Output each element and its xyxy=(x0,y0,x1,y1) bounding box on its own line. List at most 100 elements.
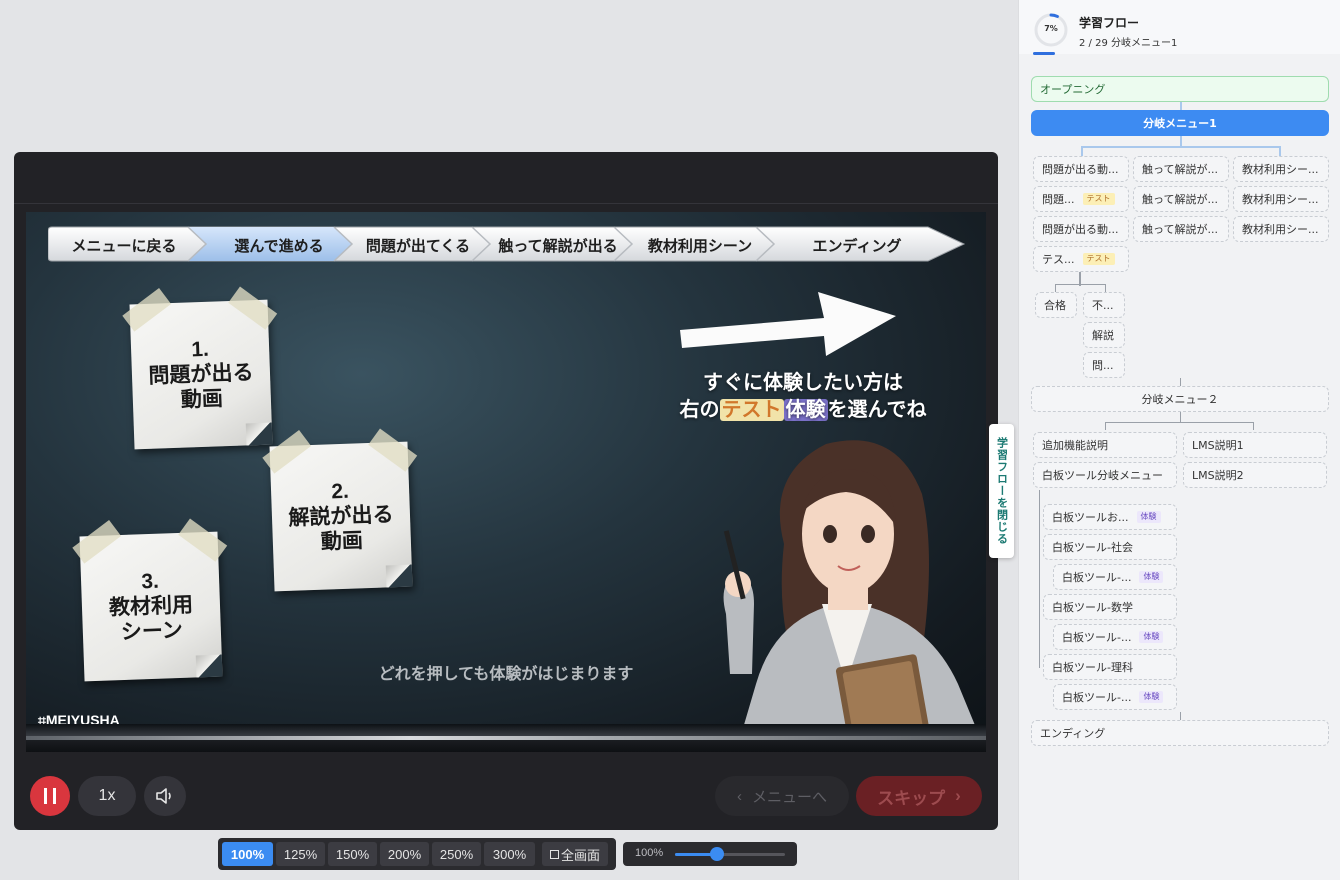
cta-try-tag: 体験 xyxy=(783,399,828,421)
pause-icon xyxy=(44,788,56,804)
connector xyxy=(1105,422,1253,423)
tape xyxy=(178,518,228,562)
volume-button[interactable] xyxy=(144,776,186,816)
flow-node-question-video[interactable]: 問題が出る動... xyxy=(1033,156,1129,182)
flow-node-label: 問題... xyxy=(1042,193,1075,206)
zoom-slider-track[interactable] xyxy=(675,847,785,861)
breadcrumb-ribbon: メニューに戻る 選んで進める 問題が出てくる 触って解説が出る 教材利用シーン … xyxy=(48,226,966,262)
zoom-slider-panel: 100% xyxy=(623,842,797,866)
flow-node-whiteboard-science[interactable]: 白板ツール-理科 xyxy=(1043,654,1177,680)
flow-node-question-test[interactable]: 問題... テスト xyxy=(1033,186,1129,212)
flow-node-label: 白板ツールお... xyxy=(1052,511,1129,524)
playback-speed-button[interactable]: 1x xyxy=(78,776,136,816)
breadcrumb-questions[interactable]: 問題が出てくる xyxy=(348,235,488,256)
connector xyxy=(1180,412,1181,422)
flow-node-branch-menu-2[interactable]: 分岐メニュー２ xyxy=(1031,386,1329,412)
zoom-toolbar: 100% 125% 150% 200% 250% 300% 全画面 xyxy=(218,838,616,870)
chevron-left-icon: ‹ xyxy=(736,787,742,805)
connector xyxy=(1253,422,1254,430)
breadcrumb-explanations[interactable]: 触って解説が出る xyxy=(488,235,628,256)
flow-node-whiteboard-social[interactable]: 白板ツール-社会 xyxy=(1043,534,1177,560)
flow-node-pass[interactable]: 合格 xyxy=(1035,292,1077,318)
note-label: 1. 問題が出る 動画 xyxy=(148,337,254,412)
pause-button[interactable] xyxy=(30,776,70,816)
flow-node-explanation[interactable]: 触って解説が... xyxy=(1133,216,1229,242)
zoom-250-button[interactable]: 250% xyxy=(432,842,481,866)
flow-node-label: 白板ツール-社会 xyxy=(1052,541,1133,554)
connector xyxy=(1180,102,1182,110)
flow-node-label: 問題が出る動... xyxy=(1042,223,1119,236)
zoom-slider-value: 100% xyxy=(635,847,664,859)
flow-node-usage-scene[interactable]: 教材利用シー... xyxy=(1233,186,1329,212)
zoom-100-button[interactable]: 100% xyxy=(222,842,273,866)
flow-header: 7% 学習フロー 2 / 29 分岐メニュー1 xyxy=(1019,0,1340,55)
breadcrumb-back-to-menu[interactable]: メニューに戻る xyxy=(56,235,192,256)
flow-node-ending[interactable]: エンディング xyxy=(1031,720,1329,746)
tape xyxy=(122,288,172,332)
flow-node-fail-question[interactable]: 問... xyxy=(1083,352,1125,378)
connector xyxy=(1055,284,1056,292)
cta-test-tag: テスト xyxy=(719,399,784,421)
zoom-150-button[interactable]: 150% xyxy=(328,842,377,866)
player-topbar xyxy=(14,152,998,204)
cta-suffix: を選んでね xyxy=(827,399,927,421)
connector xyxy=(1180,712,1181,720)
try-badge: 体験 xyxy=(1136,511,1161,523)
cta-line-1: すぐに体験したい方は xyxy=(703,372,903,394)
breadcrumb-choose[interactable]: 選んで進める xyxy=(206,235,352,256)
note-questions-video[interactable]: 1. 問題が出る 動画 xyxy=(122,286,278,450)
fullscreen-label: 全画面 xyxy=(560,847,600,863)
flow-node-whiteboard-item[interactable]: 白板ツール-... 体験 xyxy=(1053,564,1177,590)
flow-node-whiteboard-item[interactable]: 白板ツールお... 体験 xyxy=(1043,504,1177,530)
video-player: メニューに戻る 選んで進める 問題が出てくる 触って解説が出る 教材利用シーン … xyxy=(14,152,998,830)
close-learning-flow-tab[interactable]: 学習フローを閉じる xyxy=(989,424,1014,558)
flow-node-fail-explanation[interactable]: 解説 xyxy=(1083,322,1125,348)
connector xyxy=(1055,284,1105,285)
flow-node-fail[interactable]: 不... xyxy=(1083,292,1125,318)
flow-node-usage-scene[interactable]: 教材利用シー... xyxy=(1233,156,1329,182)
flow-node-explanation[interactable]: 触って解説が... xyxy=(1133,156,1229,182)
flow-node-lms-2[interactable]: LMS説明2 xyxy=(1183,462,1327,488)
flow-node-whiteboard-math[interactable]: 白板ツール-数学 xyxy=(1043,594,1177,620)
note-label: 3. 教材利用 シーン xyxy=(108,569,194,645)
flow-node-explanation[interactable]: 触って解説が... xyxy=(1133,186,1229,212)
zoom-300-button[interactable]: 300% xyxy=(484,842,535,866)
flow-subtitle: 2 / 29 分岐メニュー1 xyxy=(1079,38,1178,49)
flow-node-label: 問題が出る動... xyxy=(1042,163,1119,176)
back-to-menu-button[interactable]: ‹ メニューへ xyxy=(715,776,849,816)
flow-node-question-video[interactable]: 問題が出る動... xyxy=(1033,216,1129,242)
flow-node-lms-1[interactable]: LMS説明1 xyxy=(1183,432,1327,458)
flow-node-whiteboard-item[interactable]: 白板ツール-... 体験 xyxy=(1053,684,1177,710)
fullscreen-button[interactable]: 全画面 xyxy=(542,842,608,866)
flow-node-usage-scene[interactable]: 教材利用シー... xyxy=(1233,216,1329,242)
flow-node-opening[interactable]: オープニング xyxy=(1031,76,1329,102)
zoom-slider-thumb[interactable] xyxy=(709,847,724,861)
flow-node-whiteboard-menu[interactable]: 白板ツール分岐メニュー xyxy=(1033,462,1177,488)
flow-node-label: テス... xyxy=(1042,253,1075,266)
try-badge: 体験 xyxy=(1139,571,1164,583)
zoom-125-button[interactable]: 125% xyxy=(276,842,325,866)
flow-node-label: 白板ツール-... xyxy=(1062,631,1132,644)
flow-node-whiteboard-item[interactable]: 白板ツール-... 体験 xyxy=(1053,624,1177,650)
note-explanation-video[interactable]: 2. 解説が出る 動画 xyxy=(262,428,418,592)
chalk-rail xyxy=(26,724,986,752)
connector xyxy=(1105,284,1106,292)
note-label: 2. 解説が出る 動画 xyxy=(288,479,394,554)
back-to-menu-label: メニューへ xyxy=(751,788,827,806)
zoom-200-button[interactable]: 200% xyxy=(380,842,429,866)
skip-button[interactable]: スキップ › xyxy=(856,776,982,816)
fullscreen-icon xyxy=(549,849,559,859)
tape xyxy=(228,286,278,330)
breadcrumb-ending[interactable]: エンディング xyxy=(772,235,942,256)
chevron-right-icon: › xyxy=(955,786,961,805)
connector xyxy=(1081,146,1281,148)
cta-prefix: 右の xyxy=(679,399,720,421)
note-usage-scene[interactable]: 3. 教材利用 シーン xyxy=(72,518,228,682)
connector xyxy=(1279,146,1281,156)
flow-node-extra-features[interactable]: 追加機能説明 xyxy=(1033,432,1177,458)
flow-node-test[interactable]: テス... テスト xyxy=(1033,246,1129,272)
flow-node-branch-menu-1[interactable]: 分岐メニュー1 xyxy=(1031,110,1329,136)
cta-line-2: 右の テスト 体験 を選んでね xyxy=(638,397,968,424)
breadcrumb-usage-scene[interactable]: 教材利用シーン xyxy=(630,235,770,256)
video-frame[interactable]: メニューに戻る 選んで進める 問題が出てくる 触って解説が出る 教材利用シーン … xyxy=(26,212,986,752)
